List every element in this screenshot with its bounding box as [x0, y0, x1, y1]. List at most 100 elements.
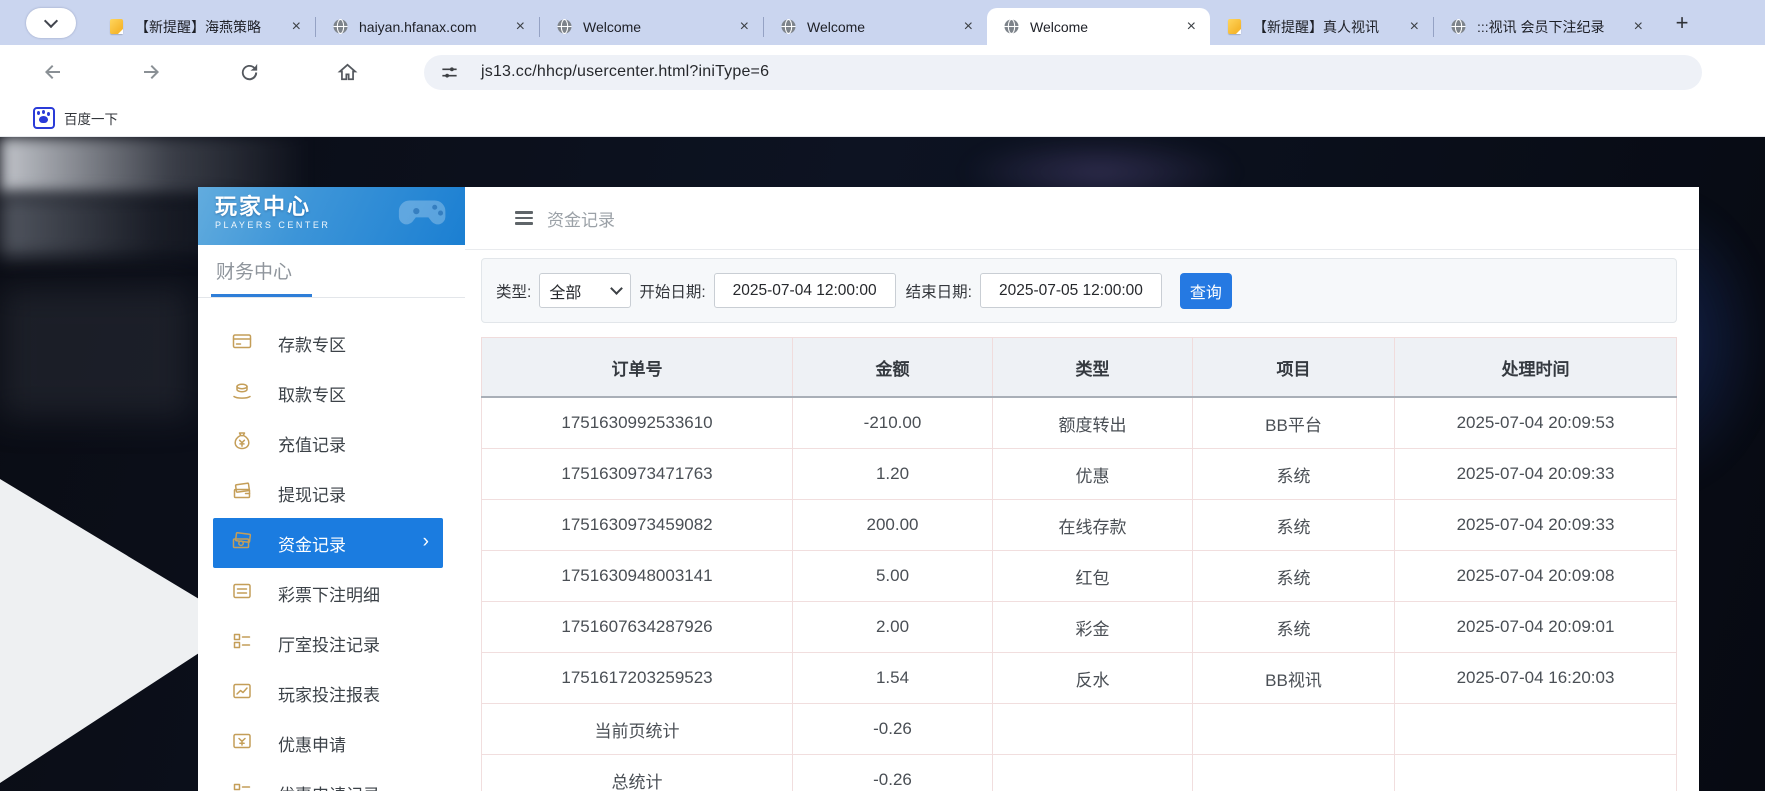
- sidebar-item-label: 厅室投注记录: [278, 631, 380, 656]
- table-header-cell: 订单号: [482, 338, 793, 398]
- table-cell: BB平台: [1193, 397, 1395, 449]
- sidebar-item-recharge[interactable]: 充值记录›: [198, 418, 465, 468]
- hamburger-menu-icon[interactable]: [515, 211, 533, 225]
- report-icon: [231, 680, 253, 707]
- withdraw-icon: [231, 380, 253, 407]
- tab-strip: 【新提醒】海燕策略×haiyan.hfanax.com×Welcome×Welc…: [0, 0, 1765, 45]
- sidebar: 玩家中心 PLAYERS CENTER 财务中心 存款专区›取款专区›充值记录›…: [198, 187, 465, 791]
- sidebar-item-promo-record[interactable]: 优惠申请记录›: [198, 768, 465, 791]
- table-row: 1751630973459082200.00在线存款系统2025-07-04 2…: [482, 500, 1677, 551]
- table-cell: [993, 704, 1193, 755]
- table-cell: [1395, 704, 1677, 755]
- table-cell: 5.00: [793, 551, 993, 602]
- tab[interactable]: haiyan.hfanax.com ×: [316, 8, 539, 45]
- table-cell: [1395, 755, 1677, 791]
- table-cell: 2025-07-04 20:09:33: [1395, 500, 1677, 551]
- filter-bar: 类型: 全部 开始日期: 结束日期: 查询: [481, 258, 1677, 323]
- sidebar-menu: 存款专区›取款专区›充值记录›提现记录›资金记录›彩票下注明细›厅室投注记录›玩…: [198, 318, 465, 791]
- home-icon: [336, 61, 359, 84]
- table-cell: 2.00: [793, 602, 993, 653]
- tab-close-icon[interactable]: ×: [1408, 19, 1421, 35]
- chevron-down-icon: [610, 282, 623, 295]
- bg-streak: [0, 287, 190, 417]
- table-cell: 2025-07-04 20:09:53: [1395, 397, 1677, 449]
- type-label: 类型:: [496, 280, 531, 302]
- home-button[interactable]: [334, 59, 360, 85]
- start-date-input[interactable]: [714, 273, 896, 308]
- sidebar-item-withdraw-record[interactable]: 提现记录›: [198, 468, 465, 518]
- table-header-cell: 金额: [793, 338, 993, 398]
- table-cell: [993, 755, 1193, 791]
- deposit-icon: [231, 330, 253, 357]
- table-cell: [1193, 704, 1395, 755]
- tab[interactable]: :::视讯 会员下注纪录×: [1434, 8, 1657, 45]
- tab-title: haiyan.hfanax.com: [359, 19, 508, 35]
- tab-close-icon[interactable]: ×: [738, 19, 751, 35]
- table-row: 1751630992533610-210.00额度转出BB平台2025-07-0…: [482, 397, 1677, 449]
- section-divider: [198, 294, 465, 298]
- table-header-cell: 项目: [1193, 338, 1395, 398]
- reload-icon: [238, 61, 261, 84]
- start-date-label: 开始日期:: [639, 280, 705, 302]
- chevron-right-icon: ›: [423, 532, 429, 551]
- table-header-cell: 处理时间: [1395, 338, 1677, 398]
- tab-title: Welcome: [807, 19, 956, 35]
- url-bar[interactable]: js13.cc/hhcp/usercenter.html?iniType=6: [424, 55, 1702, 90]
- reload-button[interactable]: [236, 59, 262, 85]
- table-cell: 2025-07-04 20:09:01: [1395, 602, 1677, 653]
- sidebar-item-report[interactable]: 玩家投注报表›: [198, 668, 465, 718]
- table-cell: 1751617203259523: [482, 653, 793, 704]
- sidebar-item-label: 玩家投注报表: [278, 681, 380, 706]
- sidebar-item-hall-bet[interactable]: 厅室投注记录›: [198, 618, 465, 668]
- table-cell: 优惠: [993, 449, 1193, 500]
- sidebar-item-label: 资金记录: [278, 531, 346, 556]
- lottery-icon: [231, 580, 253, 607]
- gamepad-icon: [395, 194, 457, 236]
- player-center-panel: 玩家中心 PLAYERS CENTER 财务中心 存款专区›取款专区›充值记录›…: [198, 187, 1699, 791]
- tab[interactable]: 【新提醒】海燕策略×: [92, 8, 315, 45]
- sidebar-item-deposit[interactable]: 存款专区›: [198, 318, 465, 368]
- tab-close-icon[interactable]: ×: [514, 19, 527, 35]
- tab-close-icon[interactable]: ×: [962, 19, 975, 35]
- tab-close-icon[interactable]: ×: [1185, 19, 1198, 35]
- note-favicon-icon: [108, 18, 125, 35]
- table-cell: 当前页统计: [482, 704, 793, 755]
- table-cell: BB视讯: [1193, 653, 1395, 704]
- tab[interactable]: Welcome×: [540, 8, 763, 45]
- sidebar-item-promo[interactable]: 优惠申请›: [198, 718, 465, 768]
- tab[interactable]: Welcome ×: [764, 8, 987, 45]
- hall-bet-icon: [231, 630, 253, 657]
- sidebar-item-withdraw[interactable]: 取款专区›: [198, 368, 465, 418]
- url-text[interactable]: js13.cc/hhcp/usercenter.html?iniType=6: [481, 63, 769, 81]
- search-button[interactable]: 查询: [1180, 273, 1232, 309]
- sidebar-item-label: 提现记录: [278, 481, 346, 506]
- baidu-favicon-icon: [33, 107, 55, 129]
- sidebar-item-lottery[interactable]: 彩票下注明细›: [198, 568, 465, 618]
- tab-close-icon[interactable]: ×: [1632, 19, 1645, 35]
- tab-search-button[interactable]: [26, 8, 76, 38]
- sidebar-item-label: 优惠申请记录: [278, 781, 380, 791]
- tab-close-icon[interactable]: ×: [290, 19, 303, 35]
- tab[interactable]: 【新提醒】真人视讯×: [1210, 8, 1433, 45]
- forward-button[interactable]: [138, 59, 164, 85]
- bookmark-baidu[interactable]: 百度一下: [64, 108, 118, 128]
- table-cell: 红包: [993, 551, 1193, 602]
- back-button[interactable]: [40, 59, 66, 85]
- promo-record-icon: [231, 780, 253, 791]
- globe-favicon-icon: [556, 18, 573, 35]
- main-content: 资金记录 类型: 全部 开始日期: 结束日期: 查询: [465, 187, 1699, 791]
- new-tab-button[interactable]: +: [1668, 9, 1696, 37]
- table-cell: 系统: [1193, 602, 1395, 653]
- table-cell: 系统: [1193, 500, 1395, 551]
- back-arrow-icon: [41, 60, 65, 84]
- table-cell: 2025-07-04 20:09:33: [1395, 449, 1677, 500]
- sidebar-item-funds-record[interactable]: 资金记录 ›: [213, 518, 443, 568]
- table-cell: 系统: [1193, 551, 1395, 602]
- tab-active[interactable]: Welcome×: [987, 8, 1210, 45]
- globe-favicon-icon: [1003, 18, 1020, 35]
- end-date-input[interactable]: [980, 273, 1162, 308]
- sidebar-item-label: 充值记录: [278, 431, 346, 456]
- type-select[interactable]: 全部: [539, 273, 631, 308]
- summary-row: 当前页统计-0.26: [482, 704, 1677, 755]
- end-date-label: 结束日期:: [906, 280, 972, 302]
